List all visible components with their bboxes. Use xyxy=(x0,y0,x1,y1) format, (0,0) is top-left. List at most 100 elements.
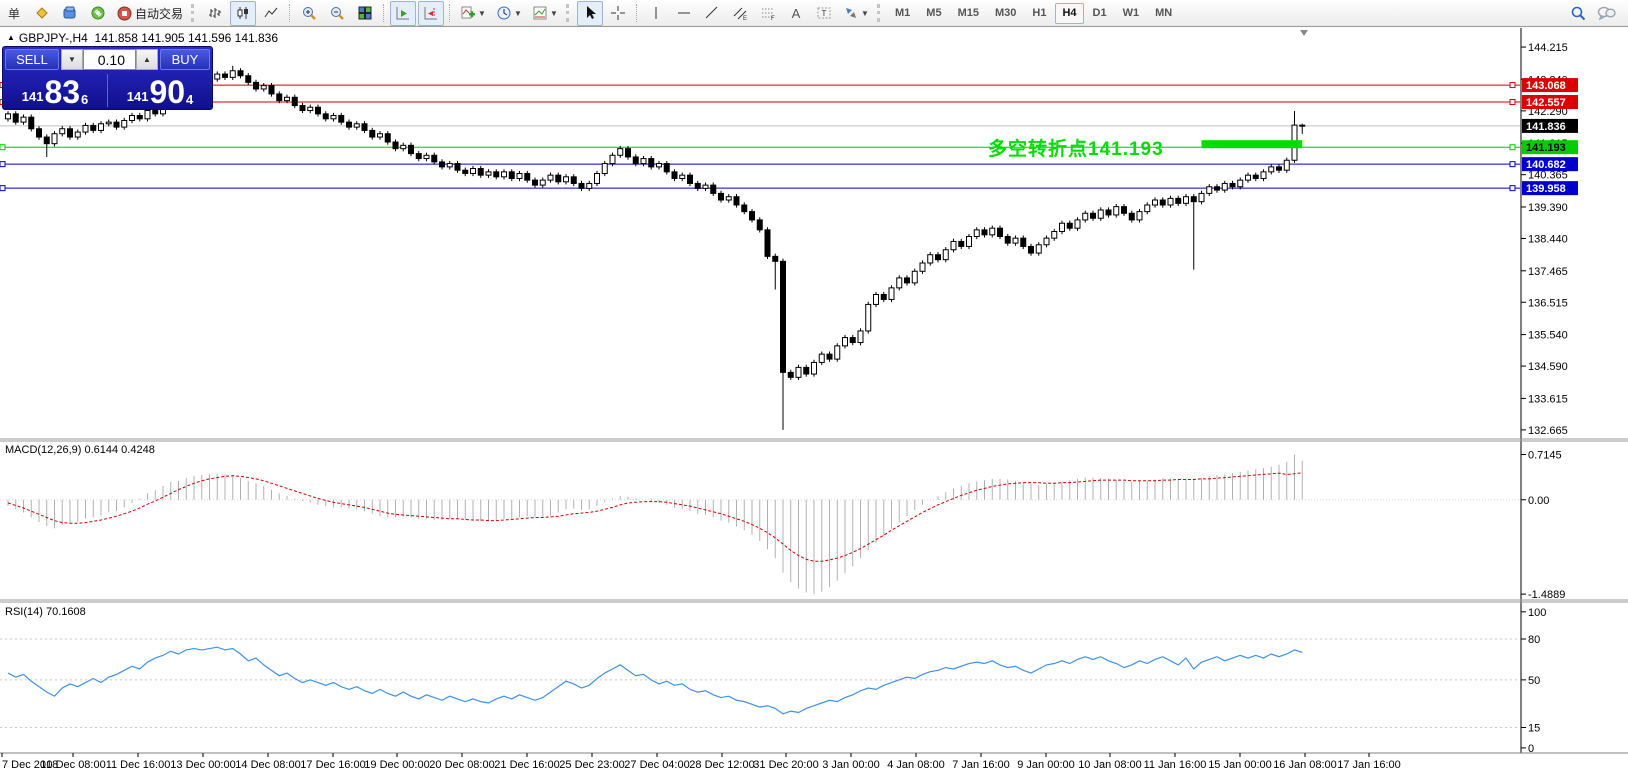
autoscroll-button[interactable] xyxy=(390,0,416,26)
news-signal-icon[interactable] xyxy=(85,1,111,26)
svg-text:17 Dec 16:00: 17 Dec 16:00 xyxy=(300,759,365,771)
chart-ohlc: 141.858 141.905 141.596 141.836 xyxy=(94,31,279,45)
timeframe-D1[interactable]: D1 xyxy=(1086,3,1114,24)
new-order-icon[interactable] xyxy=(29,1,55,26)
svg-text:140.365: 140.365 xyxy=(1528,170,1568,182)
svg-text:136.515: 136.515 xyxy=(1528,297,1568,309)
buy-price-prefix: 141 xyxy=(126,89,149,104)
svg-text:140.682: 140.682 xyxy=(1526,159,1566,171)
svg-text:9 Jan 00:00: 9 Jan 00:00 xyxy=(1017,759,1075,771)
bar-chart-button[interactable] xyxy=(202,1,228,26)
templates-button[interactable]: ▼ xyxy=(528,1,562,26)
timeframe-H4[interactable]: H4 xyxy=(1055,2,1084,24)
toolbar-grip xyxy=(566,4,573,22)
svg-text:142.557: 142.557 xyxy=(1526,97,1566,109)
text-tool-label: A xyxy=(791,5,801,21)
svg-text:17 Jan 16:00: 17 Jan 16:00 xyxy=(1337,759,1401,771)
svg-text:31 Dec 20:00: 31 Dec 20:00 xyxy=(753,759,818,771)
autotrade-button[interactable]: 自动交易 xyxy=(113,1,187,26)
search-icon[interactable] xyxy=(1565,1,1591,26)
svg-text:21 Dec 16:00: 21 Dec 16:00 xyxy=(494,759,559,771)
trendline-tool[interactable] xyxy=(699,1,725,26)
svg-text:20 Dec 08:00: 20 Dec 08:00 xyxy=(429,759,494,771)
toolbar: 单 自动交易 ▼ ▼ ▼ E F A T ▼ M1 M5 M15 M30 H1 H4 D1 W… xyxy=(0,0,1628,27)
horizontal-line-tool[interactable] xyxy=(671,1,697,26)
channel-tool[interactable]: E xyxy=(727,1,753,26)
svg-text:16 Jan 08:00: 16 Jan 08:00 xyxy=(1273,759,1337,771)
timeframe-W1[interactable]: W1 xyxy=(1116,3,1147,24)
autotrade-label: 自动交易 xyxy=(134,6,183,21)
volume-up-button[interactable]: ▲ xyxy=(136,49,158,70)
periods-button[interactable]: ▼ xyxy=(492,1,526,26)
text-tool[interactable]: A xyxy=(783,1,809,26)
svg-text:25 Dec 23:00: 25 Dec 23:00 xyxy=(559,759,624,771)
svg-text:137.465: 137.465 xyxy=(1528,266,1568,278)
timeframe-M5[interactable]: M5 xyxy=(919,3,948,24)
svg-text:0.7145: 0.7145 xyxy=(1528,449,1562,461)
svg-text:0.00: 0.00 xyxy=(1528,495,1549,507)
market-watch-icon[interactable] xyxy=(57,1,83,26)
zoom-in-button[interactable] xyxy=(296,1,322,26)
turning-point-annotation[interactable]: 多空转折点141.193 xyxy=(988,134,1164,161)
svg-text:F: F xyxy=(771,16,775,21)
volume-input[interactable]: 0.10 xyxy=(83,49,136,70)
buy-button[interactable]: BUY xyxy=(160,49,210,70)
arrows-tool[interactable]: ▼ xyxy=(839,1,873,26)
crosshair-button[interactable] xyxy=(605,1,631,26)
svg-text:144.215: 144.215 xyxy=(1528,42,1568,54)
timeframe-M30[interactable]: M30 xyxy=(988,3,1023,24)
line-chart-button[interactable] xyxy=(258,1,284,26)
chat-icon[interactable] xyxy=(1593,1,1619,26)
chart-canvas[interactable]: 144.215143.240142.290141.315140.365139.3… xyxy=(0,0,1628,775)
text-label-tool[interactable]: T xyxy=(811,1,837,26)
timeframe-MN[interactable]: MN xyxy=(1148,3,1179,24)
chevron-down-icon: ▼ xyxy=(861,8,869,18)
buy-price[interactable]: 141 90 4 xyxy=(108,72,212,109)
svg-text:10 Dec 08:00: 10 Dec 08:00 xyxy=(40,759,105,771)
indicators-button[interactable]: ▼ xyxy=(456,1,490,26)
candlestick-chart-button[interactable] xyxy=(230,0,256,26)
svg-text:135.540: 135.540 xyxy=(1528,330,1568,342)
svg-text:10 Jan 08:00: 10 Jan 08:00 xyxy=(1078,759,1142,771)
volume-down-button[interactable]: ▼ xyxy=(61,49,83,70)
toolbar-separator xyxy=(383,4,385,22)
svg-text:19 Dec 00:00: 19 Dec 00:00 xyxy=(364,759,429,771)
svg-text:14 Dec 08:00: 14 Dec 08:00 xyxy=(235,759,300,771)
svg-text:133.615: 133.615 xyxy=(1528,393,1568,405)
sell-price[interactable]: 141 83 6 xyxy=(3,72,107,109)
timeframe-M1[interactable]: M1 xyxy=(888,3,917,24)
sell-button[interactable]: SELL xyxy=(5,49,59,70)
timeframe-M15[interactable]: M15 xyxy=(951,3,986,24)
order-button[interactable]: 单 xyxy=(1,1,27,26)
fibonacci-tool[interactable]: F xyxy=(755,1,781,26)
chart-shift-button[interactable] xyxy=(418,0,444,26)
timeframe-H1[interactable]: H1 xyxy=(1025,3,1053,24)
svg-text:13 Dec 00:00: 13 Dec 00:00 xyxy=(170,759,235,771)
svg-text:28 Dec 12:00: 28 Dec 12:00 xyxy=(689,759,754,771)
chevron-down-icon: ▼ xyxy=(550,8,558,18)
svg-text:3 Jan 00:00: 3 Jan 00:00 xyxy=(822,759,880,771)
highlight-bar[interactable] xyxy=(1201,140,1303,149)
chevron-down-icon: ▼ xyxy=(514,8,522,18)
tile-windows-button[interactable] xyxy=(352,1,378,26)
svg-text:134.590: 134.590 xyxy=(1528,361,1568,373)
cursor-button[interactable] xyxy=(577,0,603,26)
svg-text:-1.4889: -1.4889 xyxy=(1528,589,1565,601)
one-click-trade-panel: SELL ▼ 0.10 ▲ BUY 141 83 6 141 90 4 xyxy=(2,46,213,110)
timeframe-group: M1 M5 M15 M30 H1 H4 D1 W1 MN xyxy=(887,2,1180,24)
toolbar-separator xyxy=(636,4,638,22)
svg-text:143.068: 143.068 xyxy=(1526,80,1566,92)
vertical-line-tool[interactable] xyxy=(643,1,669,26)
svg-text:27 Dec 04:00: 27 Dec 04:00 xyxy=(624,759,689,771)
collapse-panel-icon[interactable]: ▲ xyxy=(7,33,15,42)
sell-price-pip: 6 xyxy=(81,92,89,107)
buy-price-big: 90 xyxy=(149,74,186,110)
sell-price-big: 83 xyxy=(44,74,81,110)
buy-price-pip: 4 xyxy=(186,92,194,107)
zoom-out-button[interactable] xyxy=(324,1,350,26)
mt4-terminal: { "toolbar": { "order_label": "单", "auto… xyxy=(0,0,1628,775)
toolbar-separator xyxy=(289,4,291,22)
macd-label: MACD(12,26,9) 0.6144 0.4248 xyxy=(5,444,155,456)
svg-text:141.193: 141.193 xyxy=(1526,142,1566,154)
svg-text:139.390: 139.390 xyxy=(1528,202,1568,214)
